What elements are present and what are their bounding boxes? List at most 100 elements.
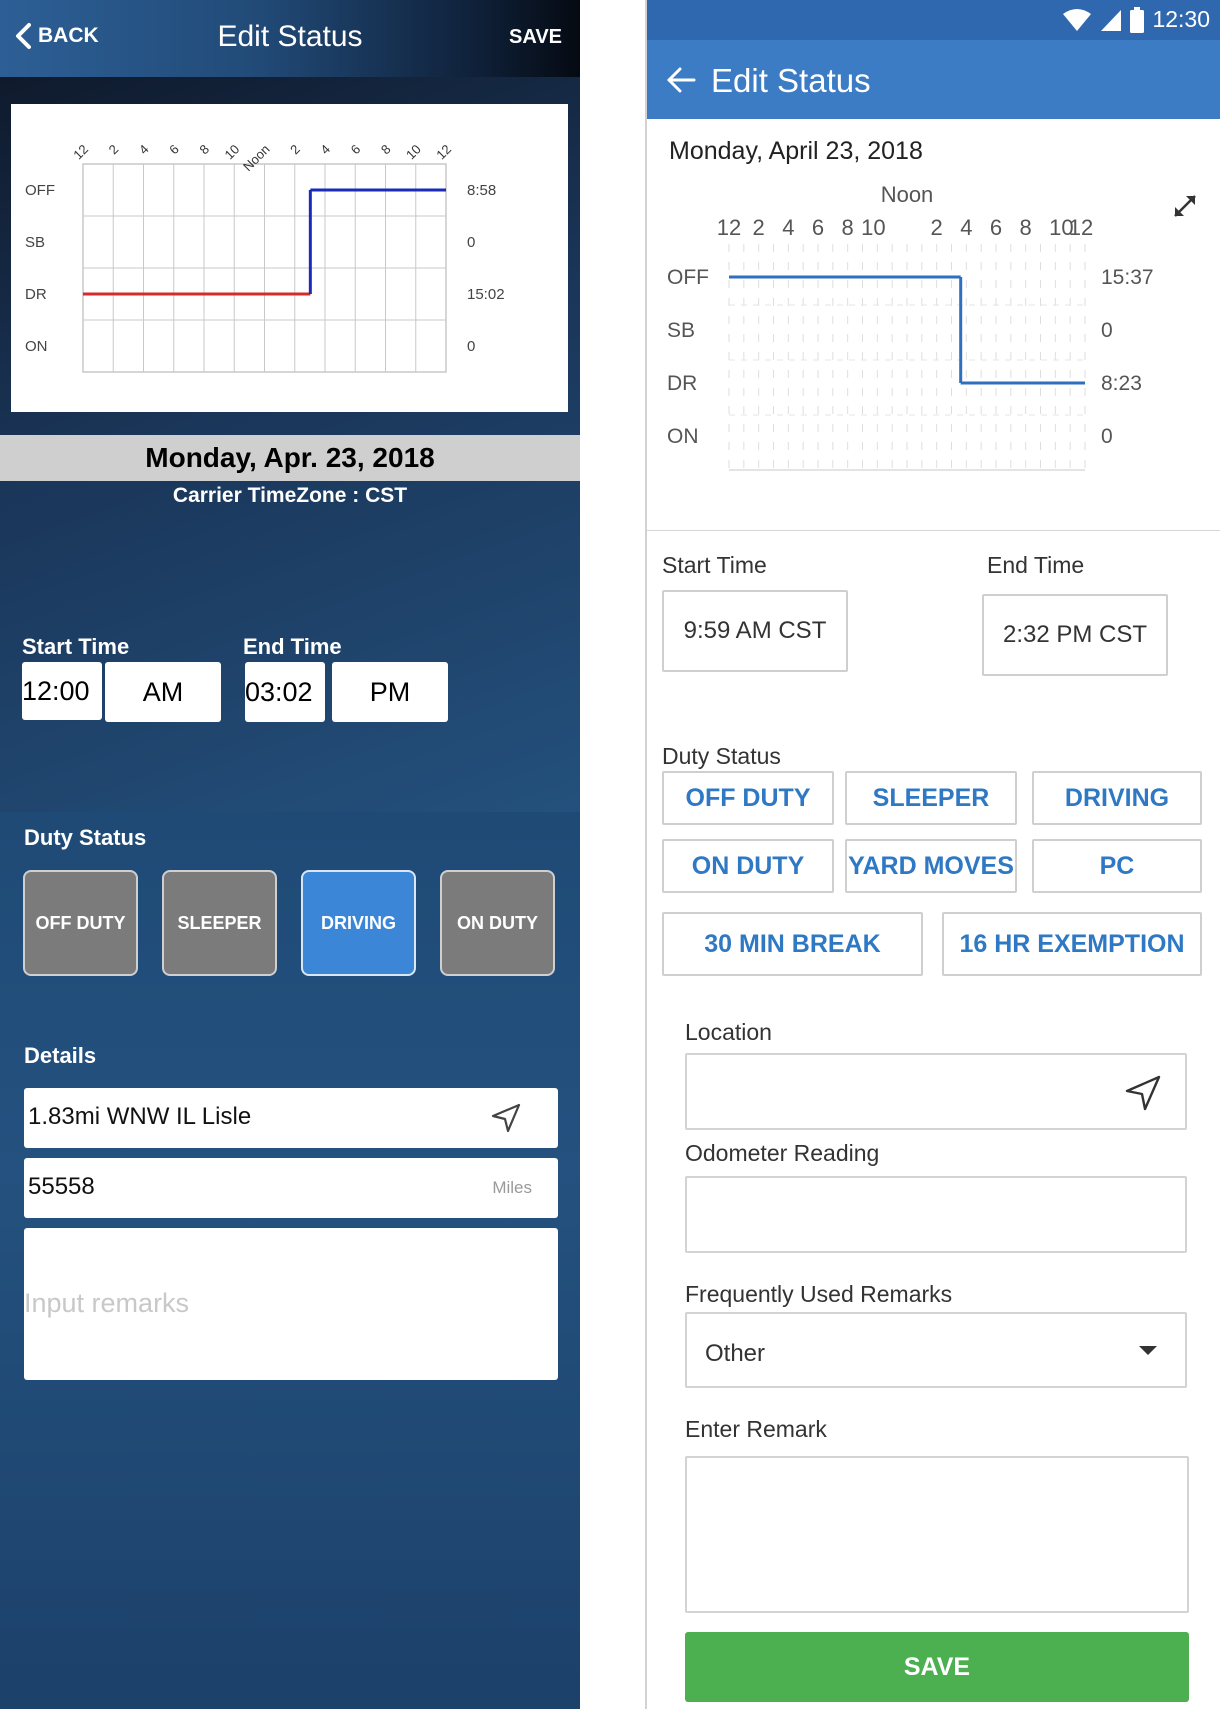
x-tick-label: 8 — [196, 142, 212, 158]
row-total: 0 — [467, 338, 475, 355]
signal-icon — [1101, 9, 1122, 31]
start-ampm-value: AM — [142, 676, 184, 707]
x-tick-label: 12 — [433, 142, 454, 163]
row-total: 8:58 — [467, 182, 496, 199]
x-tick-label: 4 — [960, 215, 972, 240]
duty-log-chart-svg: Noon12 2 4 6 8 10 2 4 6 8 1012OFF 15:37SB 0DR 8:23ON 0 — [667, 182, 1154, 471]
thirty-min-break-button[interactable]: 30 MIN BREAK — [662, 912, 923, 976]
save-button[interactable]: SAVE — [685, 1632, 1189, 1702]
x-tick-label: 2 — [753, 215, 765, 240]
x-tick-label: 2 — [931, 215, 943, 240]
duty-log-chart: Noon 12 2 4 6 8 10 2 4 6 8 10 12 OFF 15:37 SB 0 DR 8:23 ON 0 — [647, 180, 1220, 520]
duty-status-label: Duty Status — [24, 825, 147, 850]
x-tick-label: 6 — [812, 215, 824, 240]
row-total: 0 — [1101, 425, 1113, 448]
remarks-placeholder: Input remarks — [24, 1288, 190, 1318]
location-input[interactable] — [685, 1053, 1187, 1130]
end-time-label: End Time — [987, 552, 1085, 578]
x-tick-label: 4 — [136, 142, 152, 158]
duty-log-chart: 12 2 4 6 8 10 Noon 2 4 6 8 10 12 OFF 8:58 SB 0 DR 15:02 ON 0 — [11, 104, 568, 412]
odometer-unit: Miles — [492, 1178, 532, 1197]
row-total: 8:23 — [1101, 372, 1142, 395]
row-total: 15:37 — [1101, 266, 1154, 289]
x-tick-label: 2 — [106, 142, 122, 158]
yard-moves-button[interactable]: YARD MOVES — [845, 839, 1017, 893]
location-value: 1.83mi WNW IL Lisle — [28, 1103, 252, 1130]
page-title: Edit Status — [217, 20, 363, 53]
row-label: SB — [667, 319, 695, 342]
expand-icon[interactable] — [1171, 192, 1199, 220]
on-duty-button[interactable]: ON DUTY — [662, 839, 834, 893]
x-tick-label: 4 — [317, 142, 333, 158]
row-label: OFF — [667, 266, 709, 289]
odometer-input[interactable] — [685, 1176, 1187, 1253]
x-tick-label: 6 — [166, 142, 182, 158]
sleeper-button[interactable]: SLEEPER — [162, 870, 277, 976]
row-total: 0 — [467, 234, 475, 251]
x-tick-label: 8 — [842, 215, 854, 240]
location-field[interactable]: 1.83mi WNW IL Lisle — [24, 1088, 558, 1148]
end-ampm-value: PM — [369, 676, 411, 707]
noon-label: Noon — [881, 182, 934, 207]
sleeper-button[interactable]: SLEEPER — [845, 771, 1017, 825]
x-tick-label: 8 — [378, 142, 394, 158]
row-label: DR — [667, 372, 697, 395]
x-tick-label: 6 — [348, 142, 364, 158]
end-time-label: End Time — [243, 634, 342, 659]
off-duty-button[interactable]: OFF DUTY — [23, 870, 138, 976]
x-tick-label: 4 — [782, 215, 794, 240]
row-label: ON — [25, 338, 48, 355]
dropdown-caret-icon — [1139, 1346, 1157, 1355]
x-tick-label: Noon — [240, 142, 273, 175]
end-time-input[interactable]: 03:02 — [245, 662, 325, 722]
row-label: OFF — [25, 182, 55, 199]
x-tick-label: 10 — [403, 142, 424, 163]
frequent-remarks-value: Other — [705, 1340, 766, 1367]
details-label: Details — [24, 1043, 97, 1068]
driving-button[interactable]: DRIVING — [301, 870, 416, 976]
start-time-value: 12:00 — [22, 675, 90, 706]
end-time-field[interactable]: 2:32 PM CST — [982, 594, 1168, 676]
location-label: Location — [685, 1019, 772, 1045]
remarks-input[interactable]: Input remarks — [24, 1228, 558, 1380]
start-time-label: Start Time — [22, 634, 130, 659]
log-date: Monday, April 23, 2018 — [669, 137, 923, 165]
android-edit-status-screen: 12:30 Edit Status Monday, April 23, 2018… — [647, 0, 1220, 1709]
row-total: 0 — [1101, 319, 1113, 342]
pc-button[interactable]: PC — [1032, 839, 1202, 893]
odometer-field[interactable]: 55558 Miles — [24, 1158, 558, 1218]
row-label: DR — [25, 286, 47, 303]
carrier-timezone: Carrier TimeZone : CST — [172, 484, 408, 507]
frequent-remarks-select[interactable]: Other — [685, 1312, 1187, 1388]
row-label: ON — [667, 425, 699, 448]
ios-navbar: BACK Edit Status SAVE — [0, 0, 580, 77]
row-label: SB — [25, 234, 45, 251]
ios-edit-status-screen: BACK Edit Status SAVE 12 2 4 6 8 10 Noon 2 4 6 8 10… — [0, 0, 580, 1709]
back-arrow-icon[interactable] — [665, 64, 697, 96]
x-tick-label: 12 — [717, 215, 741, 240]
enter-remark-input[interactable] — [685, 1456, 1189, 1613]
save-button[interactable]: SAVE — [509, 26, 562, 49]
off-duty-button[interactable]: OFF DUTY — [662, 771, 834, 825]
status-time: 12:30 — [1152, 6, 1210, 32]
x-tick-label: 10 — [222, 142, 243, 163]
chart-separator — [647, 530, 1220, 531]
sixteen-hr-exemption-button[interactable]: 16 HR EXEMPTION — [942, 912, 1202, 976]
end-time-value: 03:02 — [245, 676, 313, 707]
start-ampm-select[interactable]: AM — [105, 662, 221, 722]
log-date: Monday, Apr. 23, 2018 — [0, 435, 580, 481]
start-time-field[interactable]: 9:59 AM CST — [662, 590, 848, 672]
duty-status-label: Duty Status — [662, 743, 781, 769]
end-ampm-select[interactable]: PM — [332, 662, 448, 722]
x-tick-label: 8 — [1020, 215, 1032, 240]
on-duty-button[interactable]: ON DUTY — [440, 870, 555, 976]
driving-button[interactable]: DRIVING — [1032, 771, 1202, 825]
navigation-arrow-icon[interactable] — [1123, 1073, 1163, 1113]
x-tick-label: 12 — [1069, 215, 1093, 240]
x-tick-label: 10 — [861, 215, 885, 240]
navigation-arrow-icon[interactable] — [490, 1102, 522, 1134]
start-time-label: Start Time — [662, 552, 767, 578]
start-time-input[interactable]: 12:00 — [22, 662, 102, 720]
frequent-remarks-label: Frequently Used Remarks — [685, 1281, 953, 1307]
wifi-icon — [1063, 8, 1092, 31]
